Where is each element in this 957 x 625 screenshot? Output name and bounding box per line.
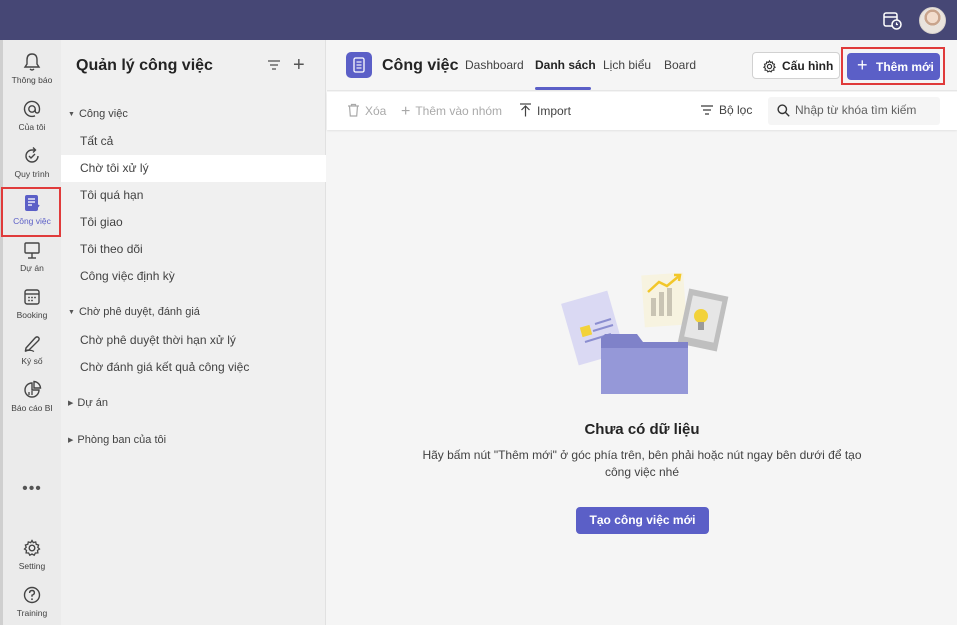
group-projects[interactable]: ▶ Dự án [68,397,108,409]
sidebar-title: Quản lý công việc [76,57,213,74]
add-to-group-label: Thêm vào nhóm [415,104,503,118]
import-label: Import [537,104,572,118]
empty-state-description: Hãy bấm nút "Thêm mới" ở góc phía trên, … [422,448,862,479]
rail-item-setting[interactable]: Setting [3,538,61,584]
user-avatar[interactable] [919,7,946,34]
caret-down-icon: ▼ [68,111,75,118]
create-task-button[interactable]: Tạo công việc mới [576,507,709,534]
gear-icon [23,539,41,557]
bell-icon [23,53,41,71]
delete-label: Xóa [365,104,387,118]
search-box [768,97,940,125]
toolbar: Xóa + Thêm vào nhóm Import Bộ lọc [327,92,957,130]
rail-item-booking[interactable]: Booking [3,287,61,333]
group-label: Công việc [78,108,128,120]
add-new-button[interactable]: + Thêm mới [847,53,940,80]
rail-label: Booking [16,310,48,320]
rail-item-projects[interactable]: Dự án [3,240,61,286]
group-departments[interactable]: ▶ Phòng ban của tôi [68,434,166,446]
app-rail: Thông báo Của tôi Quy trình Công việc Dự… [0,40,61,625]
config-button[interactable]: Cấu hình [752,52,840,79]
upload-icon [520,103,531,117]
calendar-icon [24,289,40,305]
rail-item-notifications[interactable]: Thông báo [3,52,61,98]
signature-icon [24,336,40,353]
filter-label: Bộ lọc [719,103,753,117]
search-icon [777,104,790,117]
delete-button[interactable]: Xóa [347,103,386,118]
page-title: Công việc [382,57,459,74]
help-icon [23,586,41,604]
main-content: Công việc Dashboard Danh sách Lịch biểu … [327,40,957,625]
highlight-box-tasks [1,187,61,237]
filter-button[interactable]: Bộ lọc [700,103,752,117]
calendar-clock-icon[interactable] [882,10,902,30]
sidebar-item-recurring[interactable]: Công việc định kỳ [61,263,326,290]
group-label: Dự án [77,397,108,409]
caret-right-icon: ▶ [68,400,74,407]
search-input[interactable] [795,103,935,117]
active-tab-indicator [535,87,591,90]
group-label: Phòng ban của tôi [77,434,167,446]
rail-label: Thông báo [11,75,53,85]
plus-icon: + [401,103,411,120]
rail-label: Của tôi [18,122,46,132]
rail-label: Quy trình [14,169,50,179]
rail-label: Dự án [20,263,44,273]
import-button[interactable]: Import [519,103,571,118]
tab-list[interactable]: Danh sách [535,58,596,72]
group-tasks[interactable]: ▼ Công việc [68,108,128,120]
sidebar-item-following[interactable]: Tôi theo dõi [61,236,326,263]
sidebar-item-waiting-me[interactable]: Chờ tôi xử lý [61,155,326,182]
rail-item-mine[interactable]: Của tôi [3,99,61,145]
highlight-box-add: + Thêm mới [841,47,945,85]
more-apps-icon[interactable]: ••• [3,480,61,498]
tab-schedule[interactable]: Lịch biểu [603,58,651,72]
sidebar-item-evaluate-result[interactable]: Chờ đánh giá kết quả công việc [61,354,326,381]
rail-label: Ký số [21,356,43,366]
empty-state-title: Chưa có dữ liệu [584,421,700,438]
rail-item-signature[interactable]: Ký số [3,333,61,379]
group-approval[interactable]: ▼ Chờ phê duyệt, đánh giá [68,306,200,318]
rail-item-process[interactable]: Quy trình [3,146,61,192]
sidebar: Quản lý công việc + ▼ Công việc Tất cả Ch… [61,40,326,625]
config-button-label: Cấu hình [782,59,834,73]
add-to-group-button[interactable]: + Thêm vào nhóm [401,103,502,121]
rail-item-training[interactable]: Training [3,585,61,625]
filter-icon [701,105,713,115]
at-icon [23,100,41,118]
sidebar-item-assigned[interactable]: Tôi giao [61,209,326,236]
main-header: Công việc Dashboard Danh sách Lịch biểu … [327,40,957,91]
plus-icon: + [857,55,868,75]
rail-item-bi-report[interactable]: Báo cáo BI [3,380,61,426]
rail-label: Báo cáo BI [11,403,53,413]
empty-state-illustration [561,272,729,394]
rail-label: Setting [18,561,46,571]
sidebar-item-all[interactable]: Tất cả [61,128,326,155]
rail-label: Training [16,608,48,618]
presentation-icon [24,242,40,259]
group-label: Chờ phê duyệt, đánh giá [78,306,200,318]
refresh-icon [25,147,39,163]
caret-down-icon: ▼ [68,309,75,316]
pie-chart-icon [24,380,42,398]
add-new-button-label: Thêm mới [876,60,934,74]
trash-icon [348,103,359,117]
sidebar-item-approve-deadline[interactable]: Chờ phê duyệt thời hạn xử lý [61,327,326,354]
gear-icon [763,59,776,73]
sidebar-item-overdue[interactable]: Tôi quá hạn [61,182,326,209]
tab-board[interactable]: Board [664,58,696,72]
top-bar [0,0,957,40]
filter-icon[interactable] [267,59,281,71]
tab-dashboard[interactable]: Dashboard [465,58,524,72]
add-icon[interactable]: + [293,55,305,75]
caret-right-icon: ▶ [68,437,74,444]
task-app-icon [346,52,372,78]
